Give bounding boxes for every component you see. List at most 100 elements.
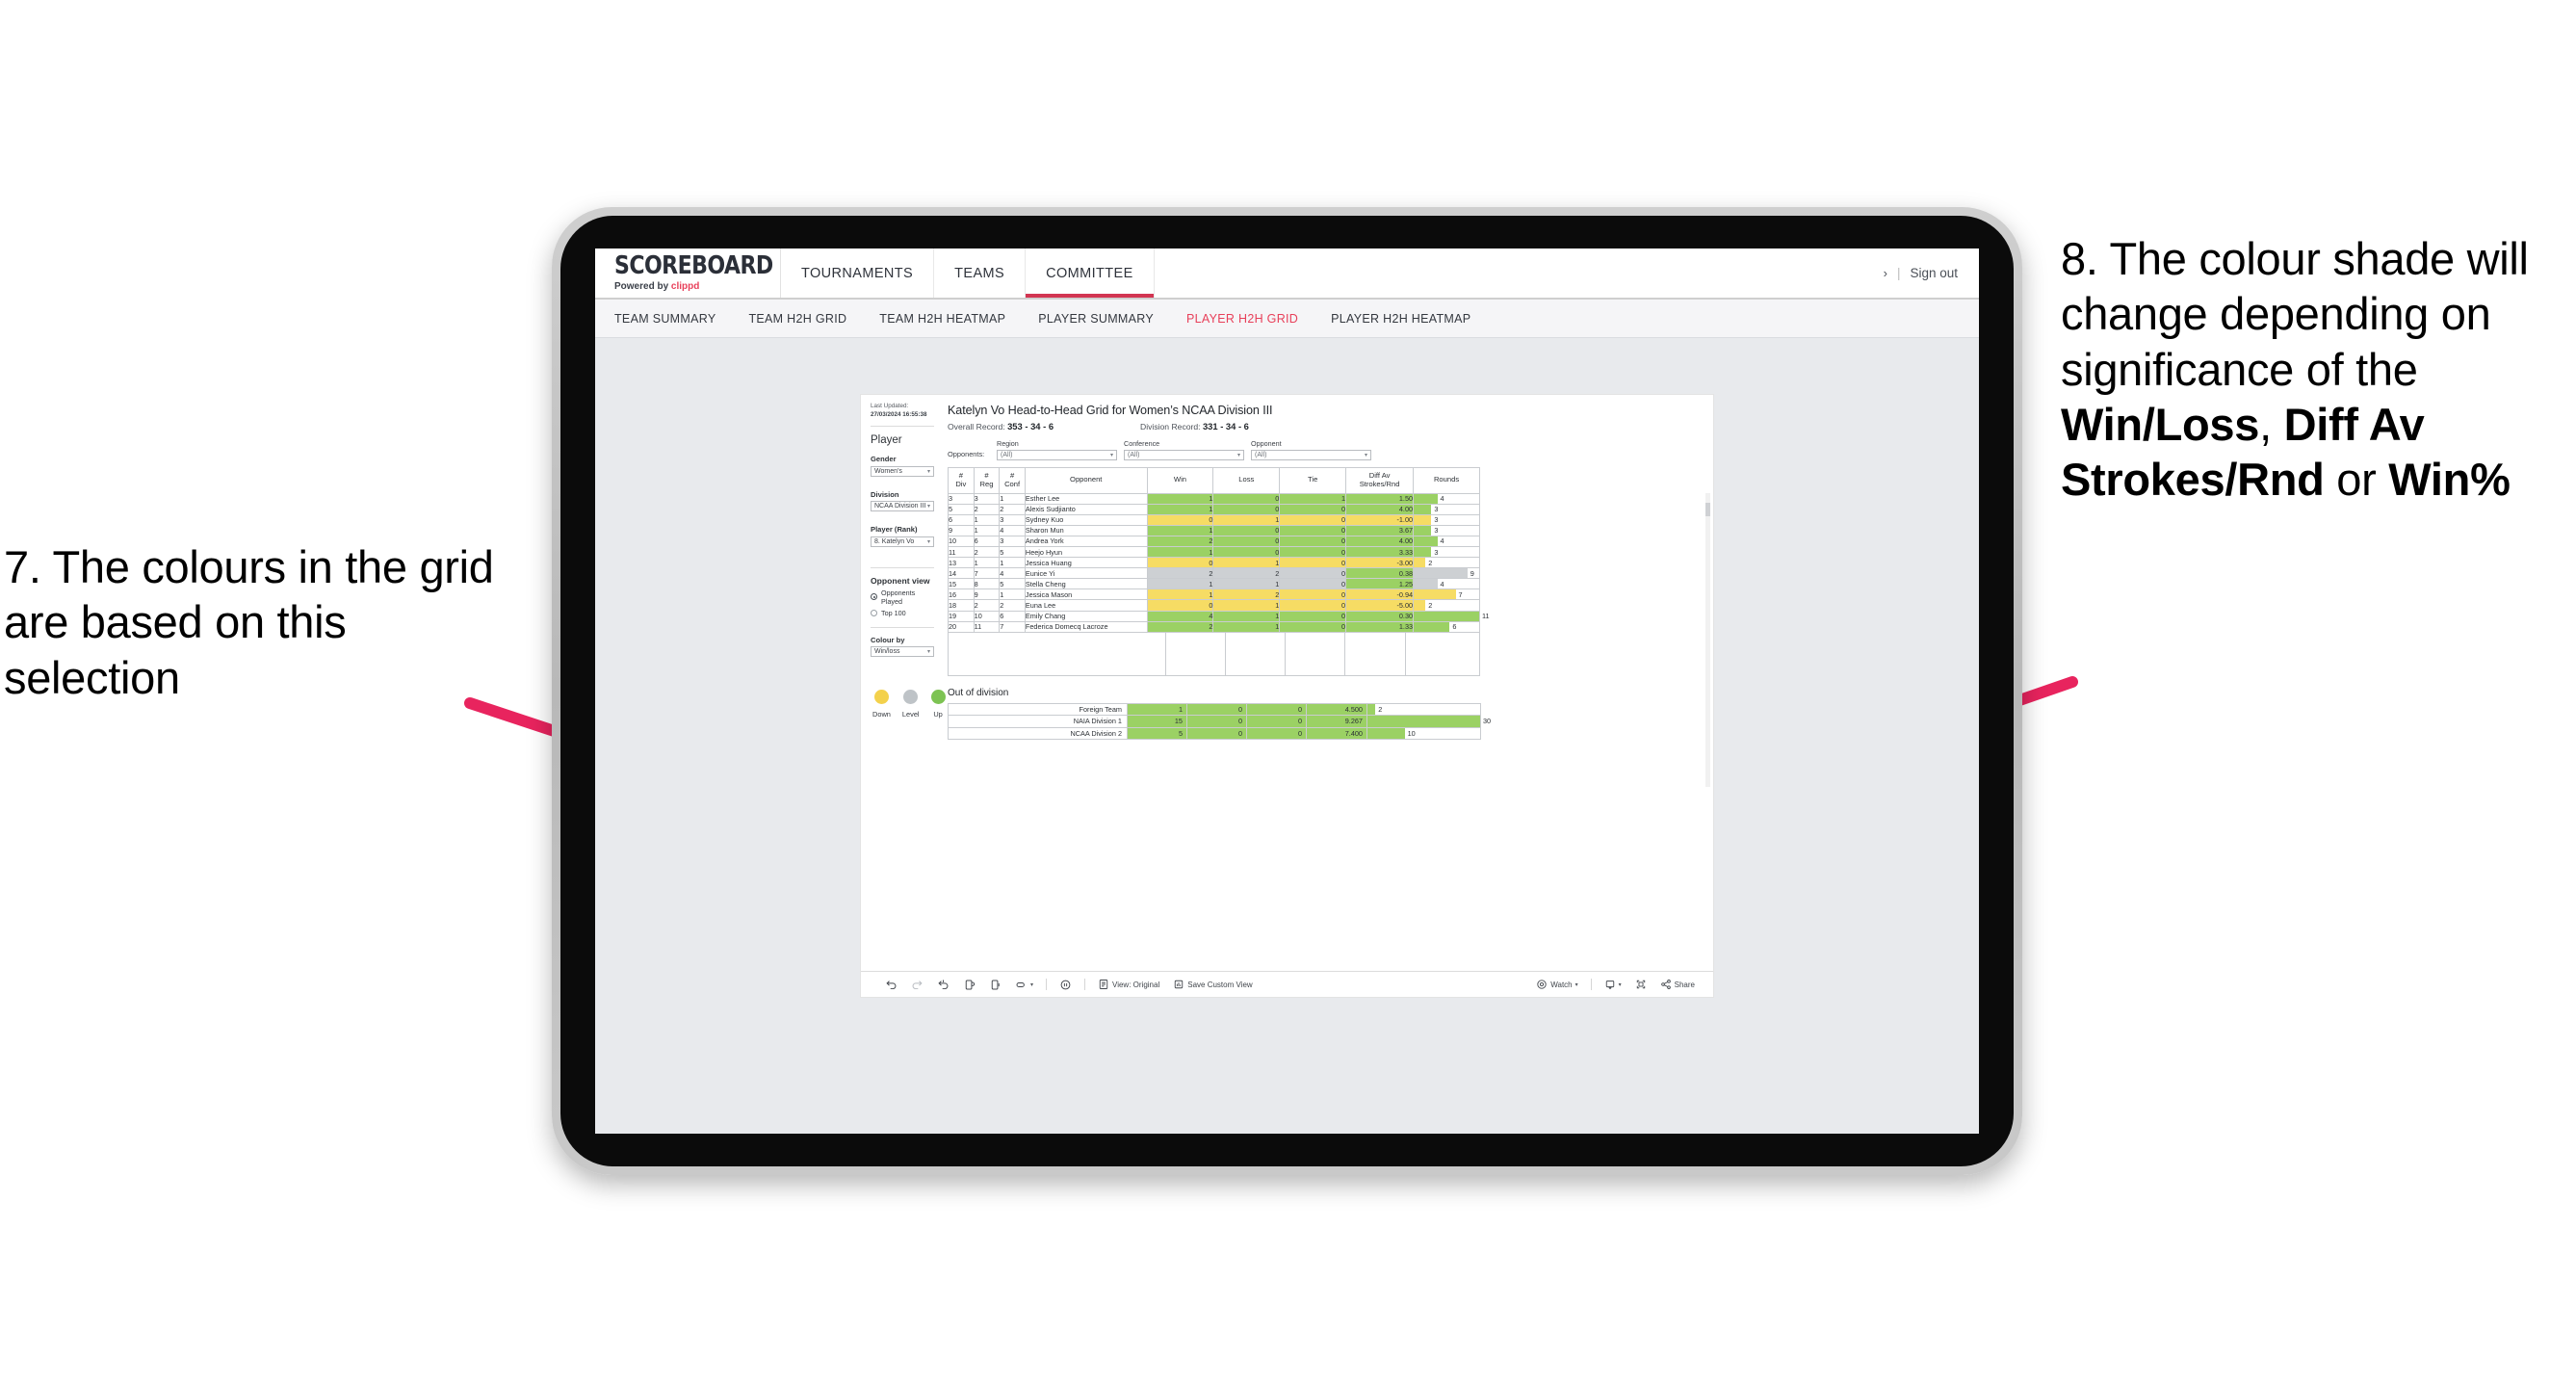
table-row[interactable]: 9 1 4 Sharon Mun 1 0 0 3.67 3 (948, 524, 1480, 536)
rounds-value: 11 (1482, 612, 1490, 621)
nav-committee[interactable]: COMMITTEE (1026, 248, 1155, 298)
cell-reg: 11 (973, 620, 1001, 633)
filter-conference-select[interactable]: (All) ▾ (1124, 449, 1244, 460)
radio-top-100[interactable]: Top 100 (871, 609, 934, 617)
annotation-right-sep2: or (2324, 454, 2389, 506)
pause-updates-button[interactable] (982, 979, 1008, 991)
table-row[interactable]: 3 3 1 Esther Lee 1 0 1 1.50 4 (948, 492, 1480, 505)
grid-main: Katelyn Vo Head-to-Head Grid for Women’s… (944, 395, 1713, 971)
rounds-bar (1414, 514, 1432, 525)
division-record-value: 331 - 34 - 6 (1202, 421, 1249, 431)
subnav-player-summary[interactable]: PLAYER SUMMARY (1038, 312, 1154, 326)
subnav-team-h2h-grid[interactable]: TEAM H2H GRID (748, 312, 846, 326)
division-select[interactable]: NCAA Division III ▾ (871, 501, 934, 511)
cell-reg: 10 (973, 610, 1001, 622)
filter-opponent-select[interactable]: (All) ▾ (1251, 449, 1371, 460)
subnav-player-h2h-grid[interactable]: PLAYER H2H GRID (1186, 312, 1298, 326)
col-loss: Loss (1212, 466, 1281, 494)
refresh-data-button[interactable] (956, 979, 982, 991)
dashboard-canvas: Last Updated: 27/03/2024 16:55:38 Player… (595, 340, 1979, 1134)
table-row[interactable]: 10 6 3 Andrea York 2 0 0 4.00 4 (948, 535, 1480, 547)
colour-by-value: Win/loss (874, 648, 900, 655)
filter-opponent: Opponent (All) ▾ (1251, 439, 1371, 460)
pause-auto-update-button[interactable] (1053, 979, 1079, 991)
fullscreen-button[interactable] (1628, 979, 1653, 990)
view-original-button[interactable]: View: Original (1091, 979, 1166, 990)
cell-diff: 0.30 (1345, 610, 1415, 622)
nav-teams[interactable]: TEAMS (934, 248, 1027, 298)
table-row[interactable]: 6 1 3 Sydney Kuo 0 1 0 -1.00 3 (948, 513, 1480, 526)
colour-by-select[interactable]: Win/loss ▾ (871, 646, 934, 657)
cell-div: 15 (948, 578, 975, 590)
table-row[interactable]: 13 1 1 Jessica Huang 0 1 0 -3.00 2 (948, 557, 1480, 569)
grid-scrollbar[interactable] (1705, 492, 1710, 787)
save-custom-view-button[interactable]: Save Custom View (1166, 979, 1259, 990)
cell-conf: 3 (999, 535, 1026, 547)
cell-reg: 6 (973, 535, 1001, 547)
cell-rounds: 10 (1366, 726, 1481, 741)
header-actions: › | Sign out (1884, 248, 1979, 298)
subnav-team-summary[interactable]: TEAM SUMMARY (614, 312, 716, 326)
download-button[interactable]: ▾ (1598, 979, 1628, 990)
cell-opponent: Sharon Mun (1024, 524, 1148, 536)
table-row[interactable]: 11 2 5 Heejo Hyun 1 0 0 3.33 3 (948, 545, 1480, 559)
chevron-down-icon: ▾ (1618, 981, 1622, 988)
table-row[interactable]: 20 11 7 Federica Domecq Lacroze 2 1 0 1.33 6 (948, 620, 1480, 633)
col-opponent: Opponent (1024, 466, 1148, 494)
toolbar-right-group: Watch ▾ ▾ Share (1529, 979, 1713, 990)
cell-reg: 2 (973, 545, 1001, 559)
cell-rounds: 4 (1413, 535, 1480, 547)
rounds-bar (1414, 536, 1438, 546)
colour-legend: Down Level Up (871, 690, 946, 719)
rounds-bar (1367, 716, 1480, 727)
brand-logo[interactable]: SCOREBOARD Powered by clippd (595, 248, 781, 298)
table-row[interactable]: 14 7 4 Eunice Yi 2 2 0 0.38 9 (948, 567, 1480, 580)
rounds-bar (1414, 621, 1450, 632)
cell-div: 3 (948, 492, 975, 505)
grid-scrollbar-thumb[interactable] (1705, 502, 1710, 516)
cell-diff: 4.500 (1306, 702, 1367, 717)
rounds-value: 6 (1452, 622, 1457, 632)
filter-region: Region (All) ▾ (997, 439, 1117, 460)
table-row[interactable]: 15 8 5 Stella Cheng 1 1 0 1.25 4 (948, 578, 1480, 590)
table-row[interactable]: 18 2 2 Euna Lee 0 1 0 -5.00 2 (948, 599, 1480, 612)
table-row[interactable]: NAIA Division 1 15 0 0 9.267 30 (948, 715, 1491, 728)
legend-dot-level (903, 690, 919, 704)
chevron-right-icon[interactable]: › (1884, 266, 1887, 280)
subnav-team-h2h-heatmap[interactable]: TEAM H2H HEATMAP (879, 312, 1005, 326)
cell-loss: 1 (1212, 599, 1281, 612)
sign-out-link[interactable]: Sign out (1910, 266, 1958, 280)
table-row[interactable]: NCAA Division 2 5 0 0 7.400 10 (948, 726, 1481, 741)
highlight-button[interactable]: ▾ (1008, 979, 1040, 991)
cell-div: 18 (948, 599, 975, 612)
table-row[interactable]: Foreign Team 1 0 0 4.500 2 (948, 702, 1481, 717)
cell-opponent: Federica Domecq Lacroze (1024, 620, 1148, 633)
table-row[interactable]: 19 10 6 Emily Chang 4 1 0 0.30 11 (948, 610, 1490, 622)
filter-region-select[interactable]: (All) ▾ (997, 449, 1117, 460)
share-button[interactable]: Share (1653, 979, 1702, 990)
cell-rounds: 6 (1413, 620, 1480, 633)
cell-opponent: Eunice Yi (1024, 567, 1148, 580)
cell-rounds: 2 (1413, 557, 1480, 569)
watch-button[interactable]: Watch ▾ (1529, 979, 1584, 990)
subnav-player-h2h-heatmap[interactable]: PLAYER H2H HEATMAP (1331, 312, 1470, 326)
revert-button[interactable] (930, 979, 956, 991)
cell-win: 0 (1146, 599, 1214, 612)
cell-rounds: 3 (1413, 513, 1480, 526)
player-rank-select[interactable]: 8. Katelyn Vo ▾ (871, 536, 934, 547)
cell-opponent: Jessica Huang (1024, 557, 1148, 569)
cell-tie: 0 (1279, 557, 1347, 569)
table-row[interactable]: 5 2 2 Alexis Sudjianto 1 0 0 4.00 3 (948, 503, 1480, 515)
cell-conf: 6 (999, 610, 1026, 622)
legend-dot-down (873, 690, 889, 704)
nav-tournaments[interactable]: TOURNAMENTS (781, 248, 935, 298)
undo-button[interactable] (878, 979, 904, 991)
radio-icon-unselected (871, 609, 877, 616)
cell-diff: 1.25 (1345, 578, 1415, 590)
primary-nav: TOURNAMENTS TEAMS COMMITTEE (781, 248, 1155, 298)
gender-select[interactable]: Women’s ▾ (871, 465, 934, 477)
redo-button[interactable] (904, 979, 930, 991)
table-row[interactable]: 16 9 1 Jessica Mason 1 2 0 -0.94 7 (948, 588, 1480, 601)
radio-opponents-played[interactable]: Opponents Played (871, 588, 934, 606)
view-original-label: View: Original (1112, 980, 1160, 989)
